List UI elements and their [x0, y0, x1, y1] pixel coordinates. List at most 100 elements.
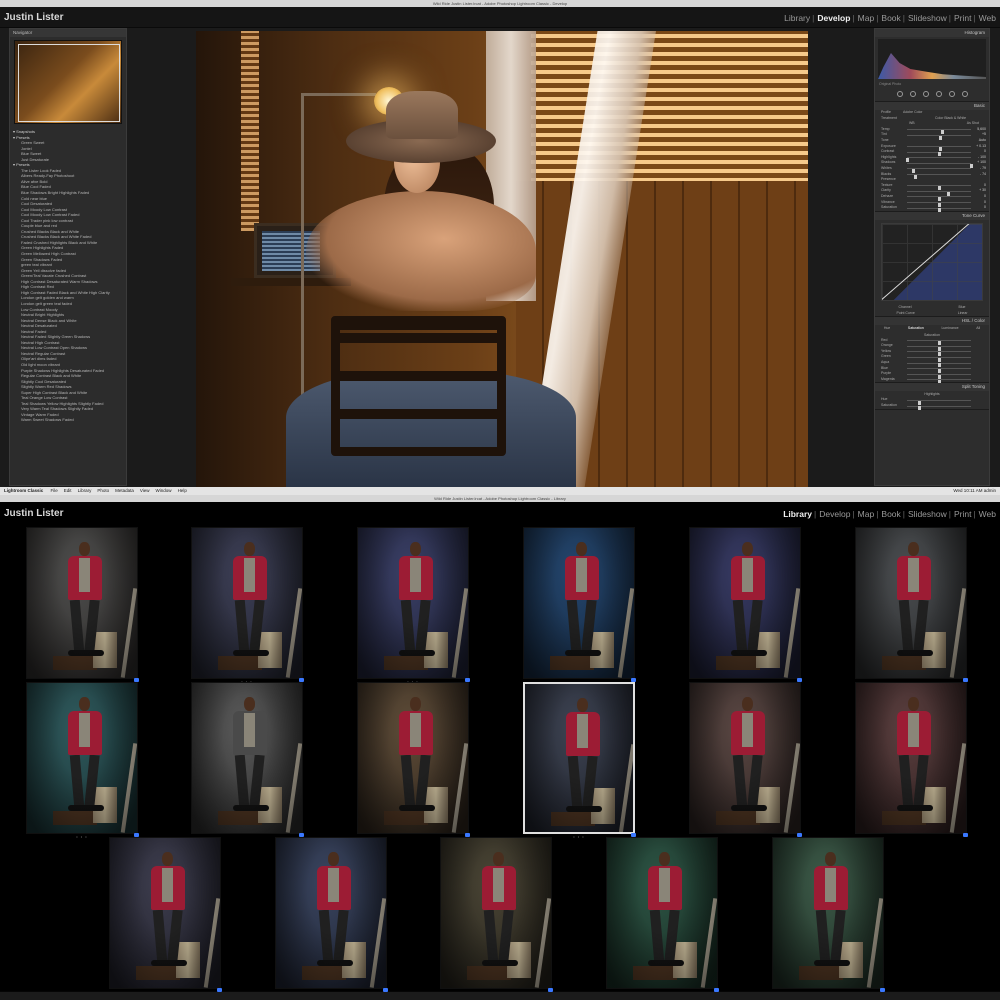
slider-saturation[interactable]: Saturation	[875, 403, 989, 411]
menu-view[interactable]: View	[140, 488, 150, 493]
library-thumbnail[interactable]	[689, 682, 801, 834]
slider-track[interactable]	[907, 362, 971, 368]
navigator-header[interactable]: Navigator	[10, 29, 126, 37]
slider-track[interactable]	[907, 373, 971, 379]
library-thumbnail[interactable]	[855, 527, 967, 679]
module-slideshow[interactable]: Slideshow	[908, 13, 947, 23]
menu-window[interactable]: Window	[156, 488, 172, 493]
split-toning-title[interactable]: Split Toning	[875, 383, 989, 392]
slider-track[interactable]	[907, 340, 971, 345]
slider-track[interactable]	[907, 345, 971, 351]
menu-photo[interactable]: Photo	[97, 488, 109, 493]
slider-track[interactable]	[907, 174, 971, 179]
slider-track[interactable]	[907, 399, 971, 405]
hsl-tab-luminance[interactable]: Luminance	[941, 325, 958, 332]
module-develop[interactable]: Develop	[817, 13, 850, 23]
module-map[interactable]: Map	[858, 509, 875, 519]
menu-edit[interactable]: Edit	[64, 488, 72, 493]
menu-library[interactable]: Library	[78, 488, 92, 493]
slider-track[interactable]	[905, 157, 971, 163]
library-thumbnail[interactable]	[191, 682, 303, 834]
spot-removal-icon[interactable]	[909, 91, 916, 97]
module-slideshow[interactable]: Slideshow	[908, 509, 947, 519]
slider-label: Green	[881, 354, 891, 359]
thumbnail-vignette	[607, 838, 717, 988]
preset-item[interactable]: Warm Sweet Shadows Faded	[13, 417, 123, 423]
library-thumbnail[interactable]	[26, 527, 138, 679]
slider-track[interactable]	[907, 351, 971, 357]
module-print[interactable]: Print	[954, 13, 971, 23]
library-thumbnail[interactable]	[357, 527, 469, 679]
module-print[interactable]: Print	[954, 509, 971, 519]
graduated-filter-icon[interactable]	[935, 91, 942, 97]
library-thumbnail[interactable]	[357, 682, 469, 834]
library-thumbnail[interactable]	[772, 837, 884, 989]
red-eye-icon[interactable]	[922, 91, 929, 97]
module-book[interactable]: Book	[881, 509, 900, 519]
slider-track[interactable]	[907, 379, 971, 385]
slider-track[interactable]	[907, 207, 971, 213]
slider-track[interactable]	[907, 368, 971, 373]
slider-track[interactable]	[907, 185, 971, 191]
slider-label: Texture	[881, 182, 893, 187]
slider-label: Temp	[881, 126, 890, 131]
module-separator: |	[812, 13, 815, 23]
module-map[interactable]: Map	[858, 13, 875, 23]
hsl-tab-hue[interactable]: Hue	[884, 325, 890, 332]
slider-track[interactable]	[907, 190, 971, 196]
slider-track[interactable]	[907, 162, 973, 168]
hsl-title[interactable]: HSL / Color	[875, 316, 989, 325]
point-curve-value[interactable]: Linear	[958, 310, 968, 316]
navigator-preview[interactable]	[14, 40, 122, 124]
histogram[interactable]	[878, 39, 986, 79]
library-thumbnail[interactable]	[523, 527, 635, 679]
menu-file[interactable]: File	[51, 488, 58, 493]
module-web[interactable]: Web	[979, 13, 996, 23]
module-separator: |	[948, 13, 951, 23]
slider-track[interactable]	[907, 196, 971, 202]
library-thumbnail[interactable]	[109, 837, 221, 989]
module-web[interactable]: Web	[979, 509, 996, 519]
histogram-title[interactable]: Histogram	[875, 29, 989, 37]
hsl-tab-saturation[interactable]: Saturation	[908, 325, 924, 332]
slider-magenta[interactable]: Magenta	[875, 377, 989, 385]
brush-icon[interactable]	[961, 91, 968, 97]
basic-title[interactable]: Basic	[875, 102, 989, 110]
slider-track[interactable]	[907, 202, 971, 207]
slider-track[interactable]	[907, 129, 971, 135]
module-picker: Library | Develop | Map | Book | Slideshow | Print…	[782, 509, 996, 519]
library-thumbnail[interactable]	[191, 527, 303, 679]
module-develop[interactable]: Develop	[819, 509, 850, 519]
slider-track[interactable]	[907, 134, 971, 140]
identity-plate: Justin Lister	[4, 12, 64, 23]
slider-value[interactable]: 0	[984, 205, 986, 211]
menu-metadata[interactable]: Metadata	[115, 488, 134, 493]
slider-track[interactable]	[907, 405, 971, 411]
slider-track[interactable]	[907, 168, 971, 174]
module-library[interactable]: Library	[783, 509, 812, 519]
menu-help[interactable]: Help	[178, 488, 187, 493]
slider-saturation[interactable]: Saturation 0	[875, 205, 989, 213]
library-thumbnail[interactable]	[689, 527, 801, 679]
module-library[interactable]: Library	[784, 13, 810, 23]
slider-track[interactable]	[907, 146, 971, 151]
slider-track[interactable]	[907, 151, 971, 157]
crop-tool-icon[interactable]	[896, 91, 903, 97]
radial-filter-icon[interactable]	[948, 91, 955, 97]
main-photo-preview[interactable]	[196, 31, 808, 488]
tone-curve-title[interactable]: Tone Curve	[875, 211, 989, 220]
hsl-tab-all[interactable]: All	[976, 325, 980, 332]
slider-knob[interactable]	[918, 406, 922, 411]
library-thumbnail[interactable]	[275, 837, 387, 989]
library-thumbnail[interactable]	[26, 682, 138, 834]
edit-badge-icon	[963, 833, 968, 837]
library-thumbnail[interactable]	[440, 837, 552, 989]
tone-curve-graph[interactable]	[881, 222, 983, 301]
library-thumbnail[interactable]	[606, 837, 718, 989]
navigator-view-rect[interactable]	[18, 44, 120, 122]
module-book[interactable]: Book	[881, 13, 900, 23]
library-thumbnail[interactable]	[855, 682, 967, 834]
slider-track[interactable]	[907, 356, 971, 362]
menu-app-name[interactable]: Lightroom Classic	[4, 488, 43, 493]
library-thumbnail[interactable]	[523, 682, 635, 834]
